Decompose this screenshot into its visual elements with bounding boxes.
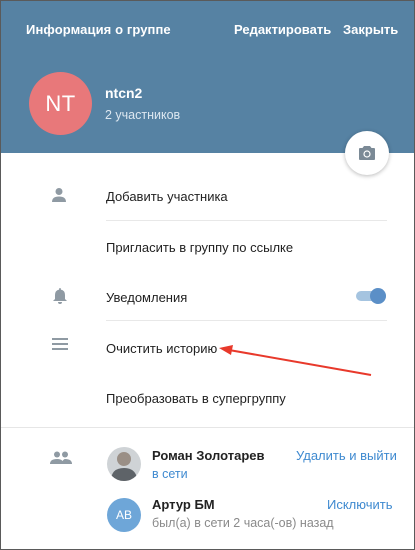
convert-supergroup-button[interactable]: Преобразовать в супергруппу bbox=[106, 391, 286, 406]
group-avatar[interactable]: NT bbox=[29, 72, 92, 135]
kick-member-button[interactable]: Исключить bbox=[327, 497, 393, 512]
member-status: в сети bbox=[152, 467, 188, 481]
notifications-toggle[interactable] bbox=[356, 288, 386, 304]
notifications-label: Уведомления bbox=[106, 290, 188, 305]
invite-link-button[interactable]: Пригласить в группу по ссылке bbox=[106, 240, 293, 255]
annotation-arrow bbox=[219, 345, 372, 376]
toggle-knob bbox=[370, 288, 386, 304]
divider bbox=[106, 320, 387, 321]
member-avatar-initials: АВ bbox=[115, 508, 132, 522]
person-icon bbox=[52, 188, 66, 202]
bell-icon bbox=[53, 288, 67, 304]
group-name: ntcn2 bbox=[105, 85, 143, 101]
group-avatar-initials: NT bbox=[45, 90, 76, 116]
group-members-count: 2 участников bbox=[105, 108, 181, 122]
member-avatar[interactable] bbox=[107, 447, 141, 481]
member-name: Артур БМ bbox=[152, 497, 215, 512]
member-status: был(а) в сети 2 часа(-ов) назад bbox=[152, 516, 334, 530]
add-member-button[interactable]: Добавить участника bbox=[106, 189, 228, 204]
group-info-dialog: Информация о группе Редактировать Закрыт… bbox=[0, 0, 415, 550]
edit-button[interactable]: Редактировать bbox=[234, 22, 331, 37]
dialog-title: Информация о группе bbox=[26, 22, 171, 37]
member-avatar[interactable]: АВ bbox=[107, 498, 141, 532]
close-button[interactable]: Закрыть bbox=[343, 22, 398, 37]
dialog-header: Информация о группе Редактировать Закрыт… bbox=[1, 1, 414, 153]
leave-group-button[interactable]: Удалить и выйти bbox=[296, 448, 397, 463]
group-icon bbox=[50, 451, 72, 464]
set-photo-button[interactable] bbox=[345, 131, 389, 175]
clear-history-button[interactable]: Очистить историю bbox=[106, 341, 217, 356]
member-name: Роман Золотарев bbox=[152, 448, 265, 463]
camera-icon bbox=[359, 146, 375, 160]
divider bbox=[106, 220, 387, 221]
section-divider bbox=[1, 427, 414, 428]
member-photo bbox=[107, 447, 141, 481]
menu-lines-icon bbox=[52, 338, 68, 350]
